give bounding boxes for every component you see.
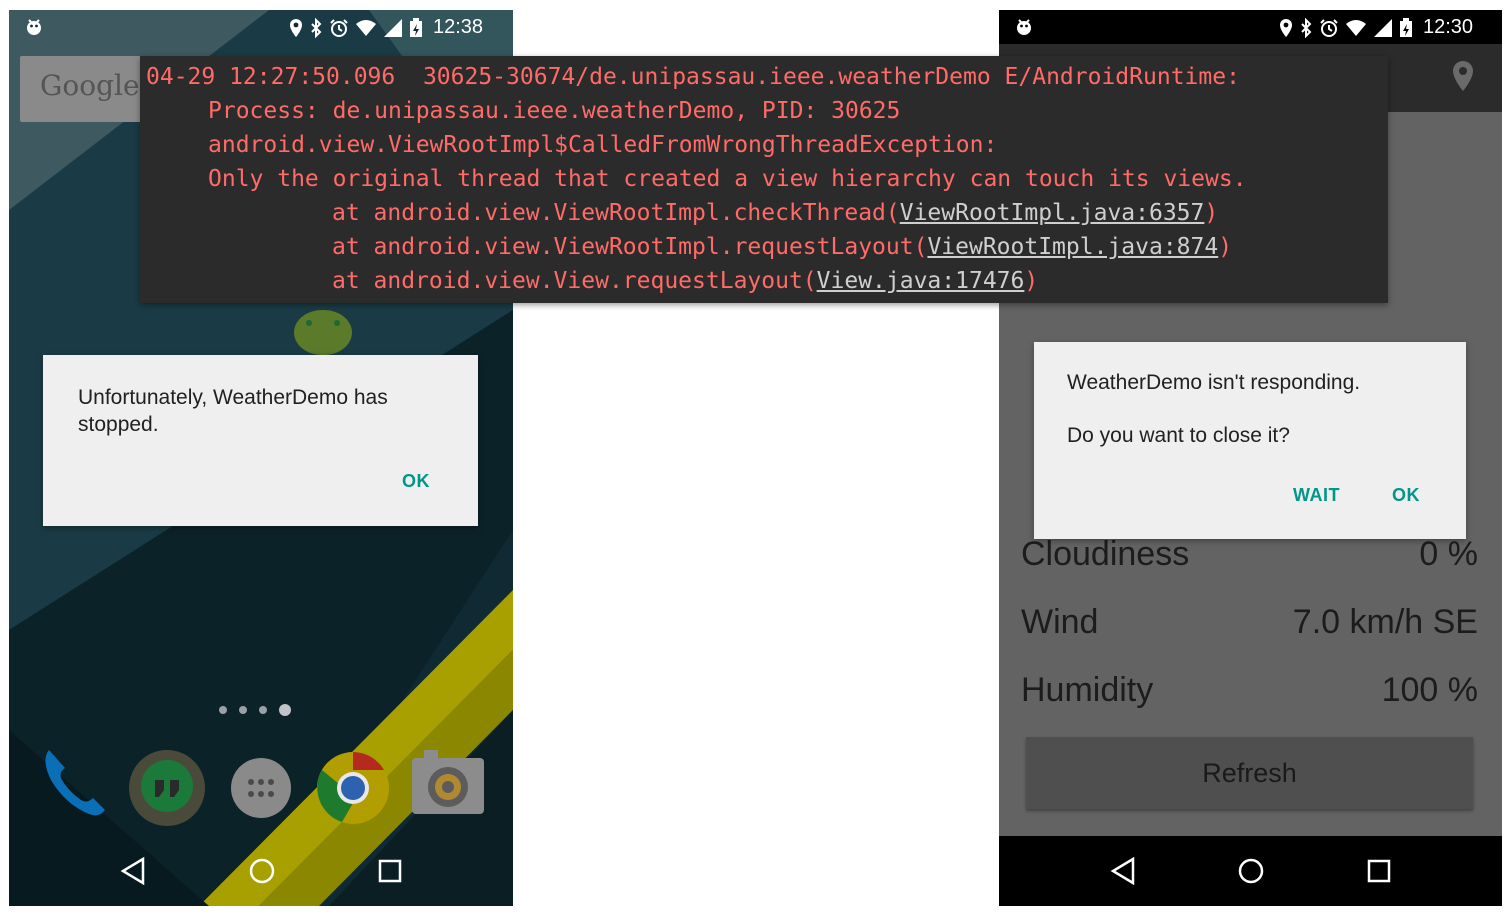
status-bar: 12:30 — [999, 10, 1502, 44]
signal-icon — [384, 18, 402, 37]
stack-prefix: at android.view.View.requestLayout( — [332, 268, 817, 294]
crash-dialog: Unfortunately, WeatherDemo has stopped. … — [43, 355, 478, 526]
stack-prefix: at android.view.ViewRootImpl.checkThread… — [332, 200, 900, 226]
location-pin-icon[interactable] — [1452, 60, 1474, 92]
bluetooth-icon — [311, 17, 322, 38]
android-mascot-icon — [294, 310, 352, 355]
weather-label: Wind — [1021, 602, 1099, 641]
page-dot-active — [279, 704, 291, 716]
chrome-app-icon[interactable] — [317, 752, 389, 824]
wifi-icon — [356, 19, 376, 36]
status-icons: 12:38 — [289, 16, 483, 39]
back-icon[interactable] — [1109, 856, 1137, 886]
location-icon — [1280, 18, 1292, 37]
page-dot — [239, 706, 247, 714]
stack-suffix: ) — [1204, 200, 1219, 226]
log-stack-line: at android.view.ViewRootImpl.requestLayo… — [332, 234, 1232, 260]
home-icon[interactable] — [248, 857, 276, 885]
anr-dialog: WeatherDemo isn't responding. Do you wan… — [1034, 342, 1466, 539]
anr-ok-button[interactable]: OK — [1392, 485, 1420, 506]
weather-value: 7.0 km/h SE — [1292, 602, 1478, 641]
phone-app-icon[interactable] — [45, 750, 105, 816]
location-icon — [290, 18, 302, 37]
status-time: 12:38 — [433, 16, 484, 38]
google-logo: Google — [40, 69, 140, 102]
anr-dialog-title: WeatherDemo isn't responding. — [1067, 371, 1361, 394]
app-dock — [45, 750, 484, 826]
stack-prefix: at android.view.ViewRootImpl.requestLayo… — [332, 234, 928, 260]
crash-ok-button[interactable]: OK — [402, 471, 430, 492]
refresh-button[interactable]: Refresh — [1026, 737, 1473, 809]
android-notification-icon — [27, 19, 41, 35]
home-icon[interactable] — [1237, 857, 1265, 885]
bluetooth-icon — [1301, 17, 1312, 38]
status-icons: 12:30 — [1279, 16, 1473, 39]
stack-suffix: ) — [1218, 234, 1233, 260]
anr-dialog-message: Do you want to close it? — [1067, 424, 1290, 447]
alarm-icon — [1320, 18, 1338, 37]
alarm-icon — [330, 18, 348, 37]
navigation-bar — [999, 836, 1502, 906]
recents-icon[interactable] — [1366, 858, 1392, 884]
navigation-bar — [9, 836, 513, 906]
stack-source-link[interactable]: ViewRootImpl.java:874 — [927, 234, 1218, 260]
log-exception: android.view.ViewRootImpl$CalledFromWron… — [208, 132, 998, 158]
logcat-error-panel: 04-29 12:27:50.096 30625-30674/de.unipas… — [140, 56, 1388, 303]
log-message: Only the original thread that created a … — [208, 166, 1247, 192]
weather-value: 0 % — [1419, 534, 1478, 573]
battery-charging-icon — [1400, 17, 1412, 37]
camera-app-icon[interactable] — [412, 750, 484, 814]
weather-label: Humidity — [1021, 670, 1154, 709]
stack-source-link[interactable]: View.java:17476 — [817, 268, 1025, 294]
app-drawer-icon[interactable] — [231, 758, 291, 818]
home-page-indicator — [219, 704, 291, 716]
log-stack-line: at android.view.View.requestLayout(View.… — [332, 268, 1038, 294]
weather-label: Cloudiness — [1021, 534, 1190, 573]
hangouts-app-icon[interactable] — [129, 750, 205, 826]
status-bar: 12:38 — [9, 10, 513, 44]
weather-row-humidity: Humidity 100 % — [1021, 662, 1478, 718]
weather-row-wind: Wind 7.0 km/h SE — [1021, 594, 1478, 650]
battery-charging-icon — [410, 17, 422, 37]
android-notification-icon — [1017, 19, 1031, 35]
back-icon[interactable] — [119, 856, 147, 886]
signal-icon — [1374, 18, 1392, 37]
recents-icon[interactable] — [377, 858, 403, 884]
page-dot — [259, 706, 267, 714]
wifi-icon — [1346, 19, 1366, 36]
crash-dialog-message: Unfortunately, WeatherDemo has stopped. — [78, 386, 388, 436]
stack-suffix: ) — [1024, 268, 1039, 294]
weather-value: 100 % — [1381, 670, 1478, 709]
wait-button[interactable]: WAIT — [1293, 485, 1340, 506]
log-header: 04-29 12:27:50.096 30625-30674/de.unipas… — [146, 64, 1240, 90]
page-dot — [219, 706, 227, 714]
log-process: Process: de.unipassau.ieee.weatherDemo, … — [208, 98, 901, 124]
log-stack-line: at android.view.ViewRootImpl.checkThread… — [332, 200, 1218, 226]
status-time: 12:30 — [1423, 16, 1474, 38]
stack-source-link[interactable]: ViewRootImpl.java:6357 — [900, 200, 1205, 226]
